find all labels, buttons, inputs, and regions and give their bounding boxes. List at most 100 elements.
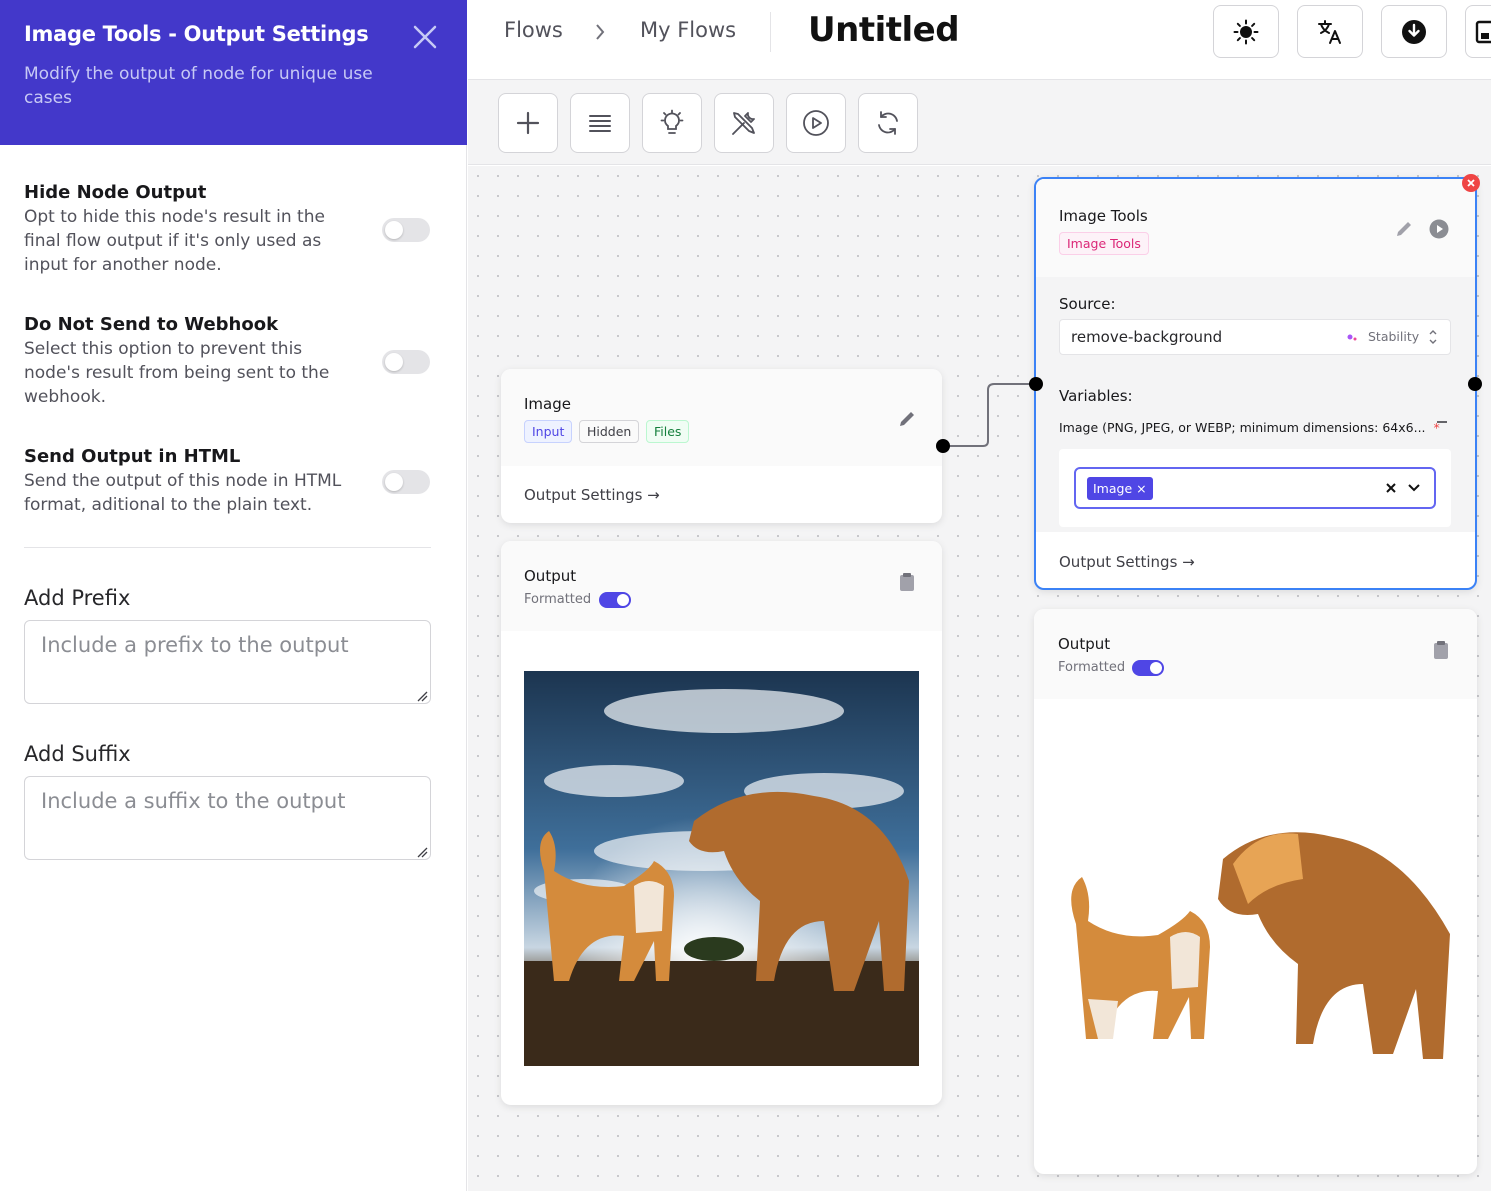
suffix-input[interactable] xyxy=(24,776,431,860)
run-button[interactable] xyxy=(786,93,846,153)
refresh-icon xyxy=(878,111,898,135)
send-output-html-toggle[interactable] xyxy=(382,470,430,494)
prefix-input[interactable] xyxy=(24,620,431,704)
add-prefix-label: Add Prefix xyxy=(24,586,131,610)
source-value: remove-background xyxy=(1071,328,1223,346)
selected-chip: Image × xyxy=(1087,477,1153,500)
variable-name-text: Image (PNG, JPEG, or WEBP; minimum dimen… xyxy=(1059,420,1426,435)
source-provider: Stability xyxy=(1368,329,1420,344)
option-description: Opt to hide this node's result in the fi… xyxy=(24,207,325,275)
variables-label: Variables: xyxy=(1059,387,1133,405)
clipboard-icon[interactable] xyxy=(899,572,915,592)
lightbulb-icon xyxy=(660,109,684,134)
panel-header: Image Tools - Output Settings Modify the… xyxy=(0,0,467,145)
toolbar xyxy=(468,80,1491,165)
panel-title: Image Tools - Output Settings xyxy=(24,22,369,46)
panel-subtitle: Modify the output of node for unique use… xyxy=(24,64,373,108)
tools-button[interactable] xyxy=(714,93,774,153)
node-header xyxy=(1034,609,1477,699)
option-description: Select this option to prevent this node'… xyxy=(24,339,330,407)
stability-logo-icon xyxy=(1347,334,1357,341)
output-image-original xyxy=(524,671,919,1066)
tag-input: Input xyxy=(524,420,573,443)
node-header xyxy=(501,369,942,466)
plus-icon xyxy=(516,111,540,135)
option-do-not-send-webhook: Do Not Send to Webhook Select this optio… xyxy=(24,313,434,409)
breadcrumb-my-flows[interactable]: My Flows xyxy=(640,18,736,42)
play-icon[interactable] xyxy=(1429,219,1449,239)
clear-icon[interactable] xyxy=(1385,482,1397,494)
source-select[interactable]: remove-background Stability xyxy=(1059,319,1451,355)
image-multiselect[interactable]: Image × xyxy=(1074,467,1436,509)
target-handle[interactable] xyxy=(1029,377,1043,391)
save-icon xyxy=(1475,20,1491,43)
flow-canvas[interactable]: Image Input Hidden Files Output Settings… xyxy=(468,166,1491,1191)
menu-button[interactable] xyxy=(570,93,630,153)
node-header xyxy=(501,541,942,631)
formatted-label: Formatted xyxy=(524,592,592,607)
top-bar: Flows My Flows Untitled xyxy=(468,0,1491,80)
chevron-right-icon xyxy=(596,24,605,40)
clipboard-icon[interactable] xyxy=(1433,640,1449,660)
tools-icon xyxy=(732,112,755,135)
image-input-node[interactable]: Image Input Hidden Files Output Settings… xyxy=(501,369,942,523)
variable-input-container: Image × xyxy=(1059,449,1451,527)
translate-icon xyxy=(1318,19,1341,44)
refresh-button[interactable] xyxy=(858,93,918,153)
close-icon[interactable] xyxy=(410,22,440,52)
ideas-button[interactable] xyxy=(642,93,702,153)
node-title: Image Tools xyxy=(1059,207,1148,225)
pencil-icon[interactable] xyxy=(897,409,917,429)
divider xyxy=(770,12,771,52)
download-icon xyxy=(1402,19,1426,44)
chevron-down-icon[interactable] xyxy=(1407,482,1421,494)
formatted-toggle[interactable] xyxy=(1132,660,1164,676)
option-hide-node-output: Hide Node Output Opt to hide this node's… xyxy=(24,181,434,277)
menu-icon xyxy=(589,115,611,132)
source-handle[interactable] xyxy=(1468,377,1482,391)
tag-hidden: Hidden xyxy=(579,420,640,443)
option-title: Hide Node Output xyxy=(24,182,207,203)
option-title: Do Not Send to Webhook xyxy=(24,314,279,335)
add-node-button[interactable] xyxy=(498,93,558,153)
output-image-background-removed xyxy=(1058,709,1453,1159)
image-tools-node[interactable]: Image Tools Image Tools Source: remove-b… xyxy=(1034,177,1477,590)
add-suffix-label: Add Suffix xyxy=(24,742,131,766)
option-title: Send Output in HTML xyxy=(24,446,241,467)
resize-grip-icon[interactable] xyxy=(416,846,428,858)
output-settings-link[interactable]: Output Settings → xyxy=(1059,553,1195,571)
collapse-icon[interactable] xyxy=(1436,419,1448,425)
download-button[interactable] xyxy=(1381,5,1447,58)
sun-icon xyxy=(1233,19,1259,44)
output-settings-link[interactable]: Output Settings → xyxy=(524,486,660,504)
node-title: Output xyxy=(1058,635,1111,653)
remove-chip-icon[interactable]: × xyxy=(1136,481,1146,496)
output-node-left[interactable]: Output Formatted xyxy=(501,541,942,1105)
hide-node-output-toggle[interactable] xyxy=(382,218,430,242)
output-node-right[interactable]: Output Formatted xyxy=(1034,609,1477,1174)
resize-grip-icon[interactable] xyxy=(416,690,428,702)
formatted-label: Formatted xyxy=(1058,660,1126,675)
formatted-toggle[interactable] xyxy=(599,592,631,608)
do-not-send-webhook-toggle[interactable] xyxy=(382,350,430,374)
pencil-icon[interactable] xyxy=(1394,219,1414,239)
source-handle[interactable] xyxy=(936,439,950,453)
option-send-output-html: Send Output in HTML Send the output of t… xyxy=(24,445,434,517)
theme-button[interactable] xyxy=(1213,5,1279,58)
divider xyxy=(24,547,431,548)
node-title: Image xyxy=(524,395,571,413)
variable-name: Image (PNG, JPEG, or WEBP; minimum dimen… xyxy=(1059,420,1440,435)
selected-chip-label: Image xyxy=(1093,481,1133,496)
chevron-up-down-icon xyxy=(1429,330,1437,344)
output-settings-panel: Image Tools - Output Settings Modify the… xyxy=(0,0,467,1191)
tag-files: Files xyxy=(646,420,690,443)
save-button[interactable] xyxy=(1465,5,1491,58)
option-description: Send the output of this node in HTML for… xyxy=(24,471,342,515)
translate-button[interactable] xyxy=(1297,5,1363,58)
flow-title[interactable]: Untitled xyxy=(808,10,960,50)
source-label: Source: xyxy=(1059,295,1116,313)
node-title: Output xyxy=(524,567,577,585)
tag-image-tools: Image Tools xyxy=(1059,232,1149,255)
delete-node-icon[interactable] xyxy=(1462,174,1480,192)
breadcrumb-flows[interactable]: Flows xyxy=(504,18,563,42)
